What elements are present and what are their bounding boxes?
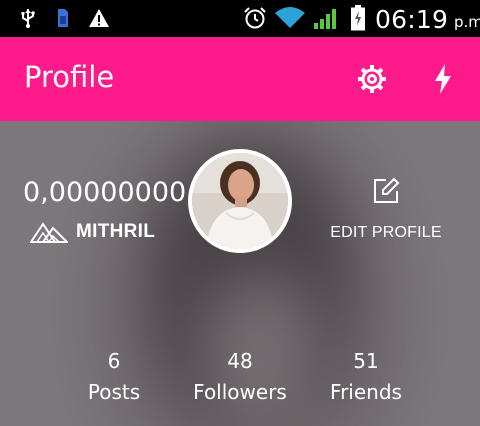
status-bar: 06:19 p.m. [0,0,480,37]
stat-followers[interactable]: 48 Followers [185,349,295,404]
status-ampm: p.m. [454,13,480,31]
settings-button[interactable] [352,59,392,99]
battery-icon [351,5,365,31]
mountain-logo-icon [30,222,68,243]
stat-friends[interactable]: 51 Friends [311,349,421,404]
currency-name: MITHRIL [76,221,156,242]
warning-icon [89,9,109,27]
stat-label: Friends [330,380,402,404]
stat-label: Posts [87,380,141,404]
edit-profile-button[interactable]: EDIT PROFILE [326,176,446,246]
stat-value: 6 [107,349,121,373]
balance-value: 0,00000000 [23,177,187,208]
lightning-button[interactable] [423,59,463,99]
edit-icon [371,176,401,206]
wifi-icon [275,7,305,28]
page-title: Profile [24,60,115,94]
usb-icon [21,9,35,28]
lightning-icon [435,64,451,94]
stat-posts[interactable]: 6 Posts [59,349,169,404]
stat-value: 48 [227,349,253,373]
stat-label: Followers [193,380,287,404]
profile-header: 0,00000000 MITHRIL EDIT PROFILE 6 Posts … [0,121,480,426]
signal-icon [314,9,336,29]
avatar[interactable] [188,149,292,253]
stat-value: 51 [353,349,379,373]
sim-card-icon [58,9,68,27]
alarm-icon [244,7,266,29]
avatar-photo [192,153,288,249]
edit-profile-label: EDIT PROFILE [330,224,442,241]
currency-label-group: MITHRIL [30,221,155,243]
app-bar: Profile [0,37,480,121]
status-time: 06:19 [375,5,449,34]
settings-icon [358,65,386,93]
